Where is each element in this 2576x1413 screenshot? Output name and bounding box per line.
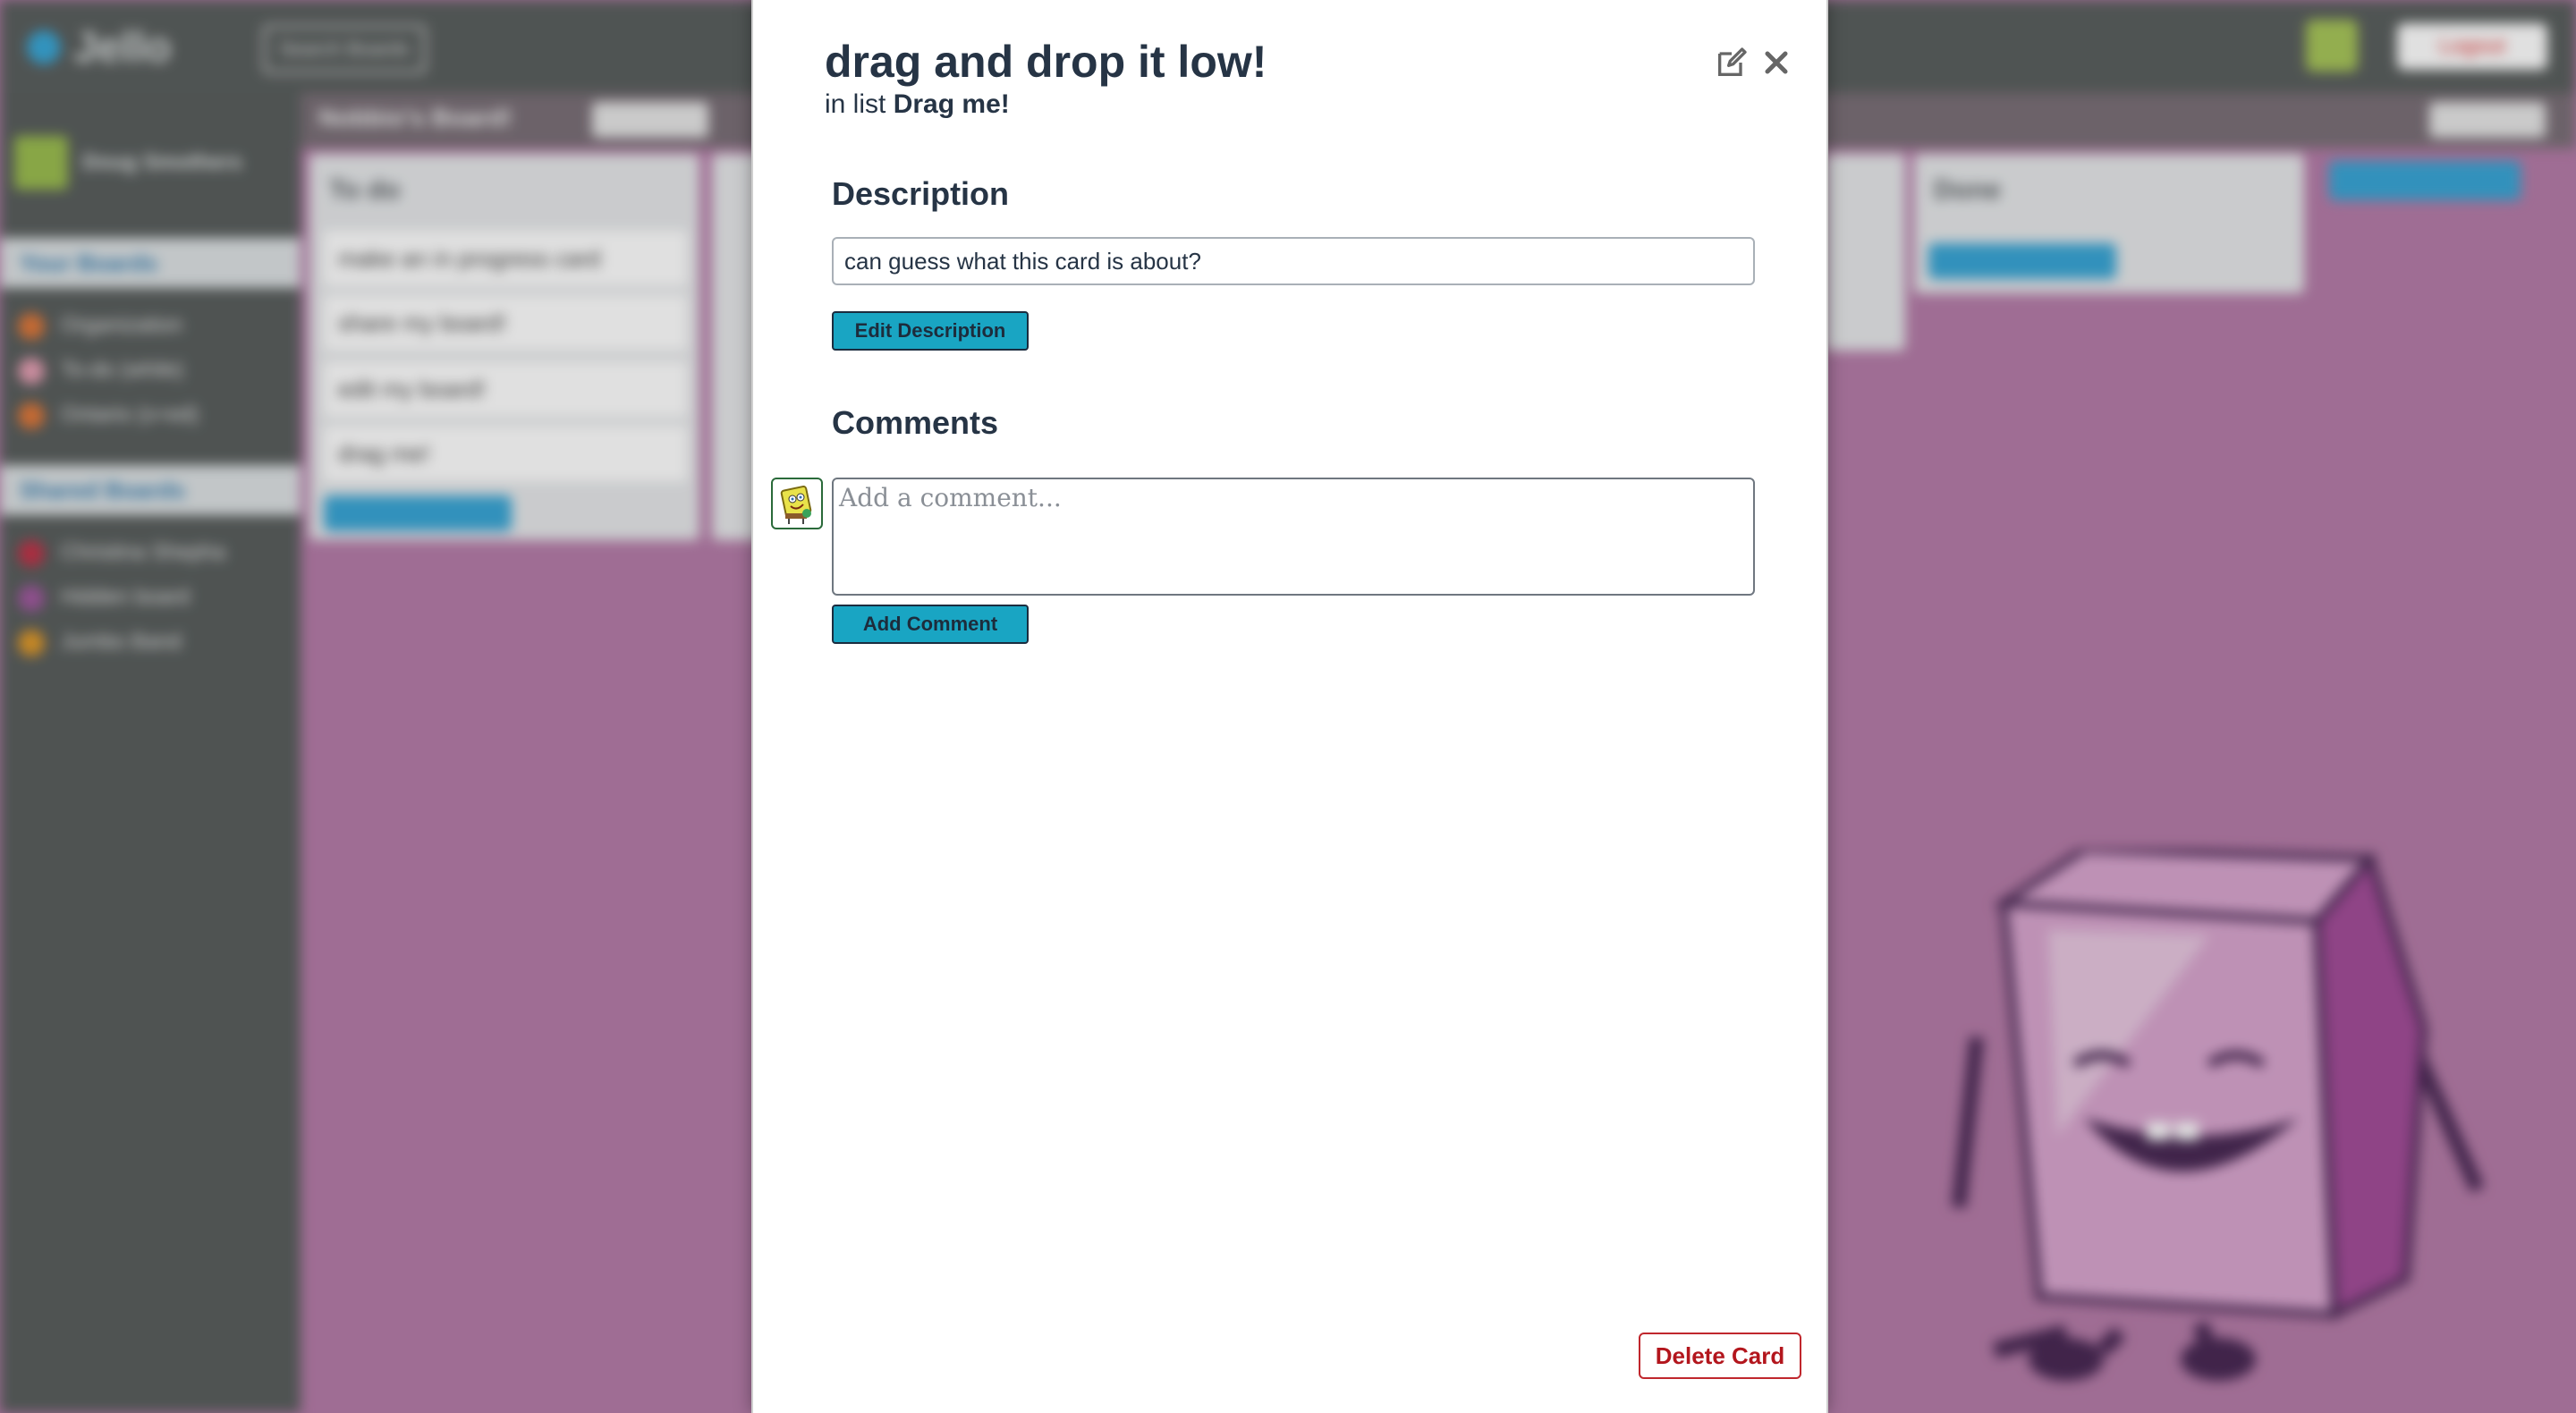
commenter-avatar xyxy=(771,478,823,529)
card-detail-modal: drag and drop it low! in list Drag me! D… xyxy=(751,0,1828,1413)
list-name: Drag me! xyxy=(893,89,1010,119)
comment-input[interactable] xyxy=(832,478,1755,596)
pencil-square-icon[interactable] xyxy=(1714,45,1750,80)
comments-heading: Comments xyxy=(832,404,999,441)
card-list-info: in list Drag me! xyxy=(825,89,1010,120)
add-comment-button[interactable]: Add Comment xyxy=(832,605,1029,644)
sponge-avatar-icon xyxy=(780,485,812,524)
description-field[interactable]: can guess what this card is about? xyxy=(832,237,1755,285)
delete-card-button[interactable]: Delete Card xyxy=(1639,1333,1801,1379)
close-x-icon[interactable] xyxy=(1758,45,1794,80)
description-heading: Description xyxy=(832,175,1010,212)
card-title: drag and drop it low! xyxy=(825,37,1267,87)
in-list-prefix: in list xyxy=(825,89,886,119)
edit-description-button[interactable]: Edit Description xyxy=(832,311,1029,351)
